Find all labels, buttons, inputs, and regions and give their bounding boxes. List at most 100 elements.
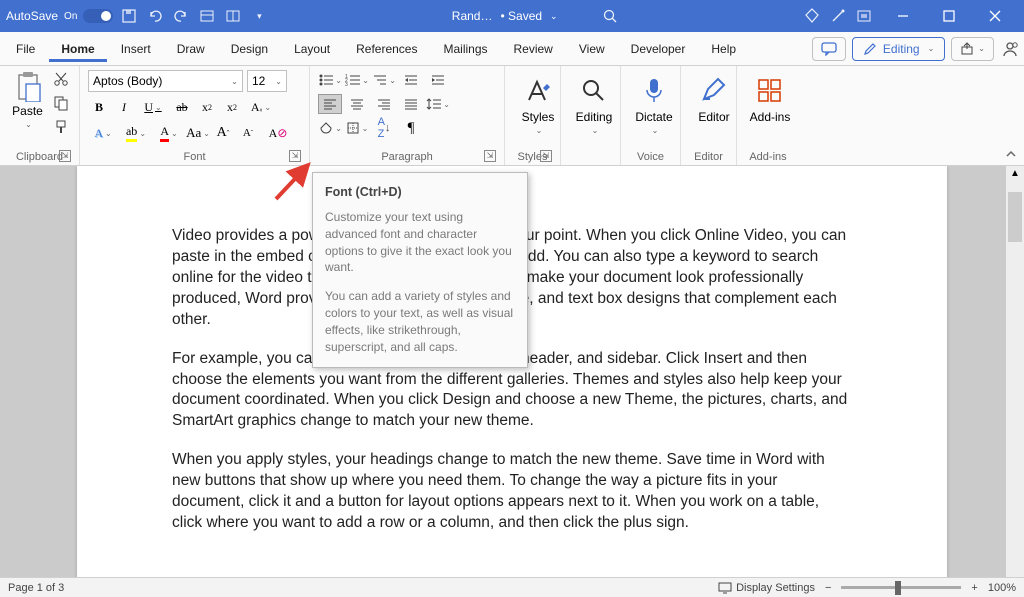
wand-icon[interactable] — [828, 6, 848, 26]
italic-button[interactable]: I — [113, 96, 135, 118]
strikethrough-button[interactable]: ab — [171, 96, 193, 118]
menu-help[interactable]: Help — [699, 36, 748, 62]
display-settings-button[interactable]: Display Settings — [718, 582, 815, 594]
minimize-button[interactable] — [880, 0, 926, 32]
addins-label: Add-ins — [750, 110, 791, 124]
zoom-level[interactable]: 100% — [988, 582, 1016, 594]
text-effects-button[interactable]: A⌄ — [88, 122, 118, 144]
maximize-button[interactable] — [926, 0, 972, 32]
show-marks-button[interactable]: ¶ — [399, 118, 423, 138]
save-status-chevron-icon[interactable]: ⌄ — [550, 11, 558, 22]
grow-font-button[interactable]: Aˆ — [212, 122, 234, 144]
superscript-button[interactable]: x2 — [221, 96, 243, 118]
vertical-scrollbar[interactable]: ▲ — [1006, 166, 1024, 577]
menu-bar: File Home Insert Draw Design Layout Refe… — [0, 32, 1024, 66]
menu-design[interactable]: Design — [219, 36, 280, 62]
numbering-button[interactable]: 123⌄ — [345, 70, 369, 90]
menu-review[interactable]: Review — [502, 36, 565, 62]
redo-icon[interactable] — [171, 6, 191, 26]
qat-icon-1[interactable] — [197, 6, 217, 26]
font-size-combo[interactable]: 12⌄ — [247, 70, 287, 92]
zoom-slider[interactable] — [841, 586, 961, 589]
undo-icon[interactable] — [145, 6, 165, 26]
page-indicator[interactable]: Page 1 of 3 — [8, 582, 64, 594]
tooltip-body-2: You can add a variety of styles and colo… — [325, 288, 515, 355]
scrollbar-thumb[interactable] — [1008, 192, 1022, 242]
font-tooltip: Font (Ctrl+D) Customize your text using … — [312, 172, 528, 368]
subscript-button[interactable]: x2 — [196, 96, 218, 118]
bullets-button[interactable]: ⌄ — [318, 70, 342, 90]
title-bar: AutoSave On ▾ Rand… • Saved ⌄ — [0, 0, 1024, 32]
autosave-toggle[interactable] — [83, 9, 113, 23]
clipboard-launcher[interactable]: ⇲ — [59, 150, 71, 162]
paragraph-3[interactable]: When you apply styles, your headings cha… — [172, 450, 852, 534]
menu-draw[interactable]: Draw — [165, 36, 217, 62]
menu-developer[interactable]: Developer — [619, 36, 698, 62]
chevron-down-icon: ⌄ — [592, 126, 599, 135]
highlight-button[interactable]: ab⌄ — [121, 122, 151, 144]
sort-button[interactable]: AZ↓ — [372, 118, 396, 138]
paste-button[interactable]: Paste ⌄ — [8, 70, 47, 136]
styles-button[interactable]: Styles ⌄ — [513, 70, 563, 135]
editing-button[interactable]: Editing ⌄ — [569, 70, 619, 135]
editing-mode-button[interactable]: Editing ⌄ — [852, 37, 945, 61]
character-shading-button[interactable]: Aa⌄ — [187, 122, 209, 144]
chevron-down-icon: ⌄ — [652, 126, 659, 135]
brush-icon — [53, 119, 69, 135]
align-center-button[interactable] — [345, 94, 369, 114]
font-family-combo[interactable]: Aptos (Body)⌄ — [88, 70, 243, 92]
zoom-in-button[interactable]: + — [971, 582, 977, 594]
underline-button[interactable]: U⌄ — [138, 96, 168, 118]
zoom-out-button[interactable]: − — [825, 582, 831, 594]
share-button[interactable]: ⌄ — [951, 37, 994, 61]
menu-file[interactable]: File — [4, 36, 47, 62]
format-painter-button[interactable] — [51, 118, 71, 136]
copy-button[interactable] — [51, 94, 71, 112]
increase-indent-button[interactable] — [426, 70, 450, 90]
dictate-button[interactable]: Dictate ⌄ — [629, 70, 679, 135]
menu-layout[interactable]: Layout — [282, 36, 342, 62]
cut-button[interactable] — [51, 70, 71, 88]
editor-button[interactable]: Editor — [689, 70, 739, 124]
paste-label: Paste — [12, 104, 43, 118]
menu-references[interactable]: References — [344, 36, 429, 62]
scroll-up-icon[interactable]: ▲ — [1009, 168, 1021, 180]
document-name: Rand… — [452, 9, 493, 23]
align-right-button[interactable] — [372, 94, 396, 114]
paragraph-launcher[interactable]: ⇲ — [484, 150, 496, 162]
font-color-button[interactable]: A⌄ — [154, 122, 184, 144]
justify-button[interactable] — [399, 94, 423, 114]
addins-button[interactable]: Add-ins — [745, 70, 795, 124]
clipboard-icon — [14, 70, 42, 102]
account-icon[interactable] — [1000, 39, 1020, 59]
qat-customize-icon[interactable]: ▾ — [249, 6, 269, 26]
svg-text:3: 3 — [345, 82, 348, 87]
bold-button[interactable]: B — [88, 96, 110, 118]
save-icon[interactable] — [119, 6, 139, 26]
borders-button[interactable]: ⌄ — [345, 118, 369, 138]
clear-formatting-button[interactable]: A⊘ — [262, 122, 284, 144]
align-left-button[interactable] — [318, 94, 342, 114]
window-mode-icon[interactable] — [854, 6, 874, 26]
comments-button[interactable] — [812, 37, 846, 61]
styles-launcher[interactable]: ⇲ — [540, 150, 552, 162]
shading-button[interactable]: ⌄ — [318, 118, 342, 138]
change-case-button[interactable]: A₀⌄ — [246, 96, 276, 118]
line-spacing-button[interactable]: ⌄ — [426, 94, 450, 114]
diamond-icon[interactable] — [802, 6, 822, 26]
multilevel-list-button[interactable]: ⌄ — [372, 70, 396, 90]
save-status[interactable]: • Saved — [500, 9, 542, 23]
search-icon[interactable] — [600, 6, 620, 26]
decrease-indent-button[interactable] — [399, 70, 423, 90]
close-button[interactable] — [972, 0, 1018, 32]
shrink-font-button[interactable]: Aˇ — [237, 122, 259, 144]
menu-insert[interactable]: Insert — [109, 36, 163, 62]
editor-icon — [700, 74, 728, 108]
menu-view[interactable]: View — [567, 36, 617, 62]
collapse-ribbon-button[interactable] — [1004, 147, 1018, 161]
chevron-down-icon: ⌄ — [536, 126, 543, 135]
menu-mailings[interactable]: Mailings — [431, 36, 499, 62]
qat-icon-2[interactable] — [223, 6, 243, 26]
zoom-slider-thumb[interactable] — [895, 581, 901, 595]
menu-home[interactable]: Home — [49, 36, 106, 62]
